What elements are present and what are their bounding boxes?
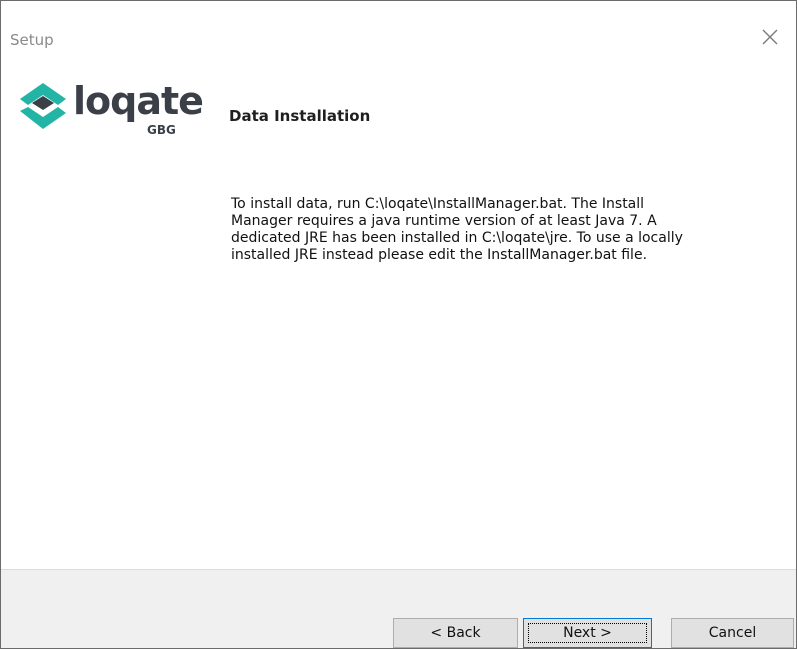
cancel-button[interactable]: Cancel	[671, 618, 794, 648]
close-icon[interactable]	[760, 27, 780, 47]
button-bar: < Back Next > Cancel	[1, 569, 796, 648]
loqate-logo-icon	[20, 83, 66, 129]
next-button[interactable]: Next >	[523, 618, 652, 648]
loqate-logo: loqate GBG	[18, 81, 204, 143]
next-button-label: Next >	[563, 625, 612, 641]
page-heading: Data Installation	[229, 107, 371, 125]
title-bar: Setup	[1, 1, 796, 71]
window-title: Setup	[10, 31, 54, 49]
install-instructions: To install data, run C:\loqate\InstallMa…	[231, 196, 683, 263]
logo-wordmark: loqate	[73, 79, 204, 123]
back-button[interactable]: < Back	[393, 618, 518, 648]
logo-subtext: GBG	[147, 123, 176, 137]
setup-window: Setup loqate GBG Data Installation To in…	[0, 0, 797, 649]
